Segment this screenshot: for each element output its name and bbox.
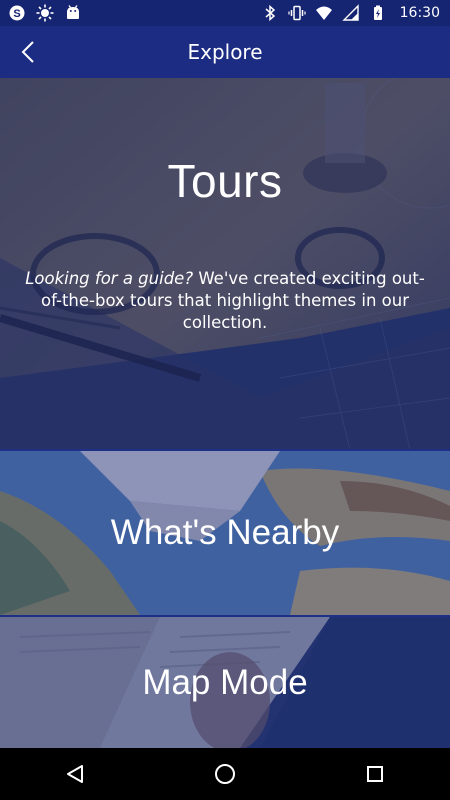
recents-square-icon [367, 766, 383, 782]
nearby-content: What's Nearby [111, 513, 339, 553]
tours-description: Looking for a guide? We've created excit… [20, 268, 430, 334]
skype-icon: S [8, 4, 26, 22]
nav-back-button[interactable] [45, 754, 105, 794]
svg-text:S: S [13, 8, 20, 20]
whats-nearby-panel[interactable]: What's Nearby [0, 451, 450, 615]
status-right: 16:30 [261, 4, 450, 22]
system-nav-bar [0, 748, 450, 800]
page-title: Explore [187, 40, 263, 64]
settings-sun-icon [36, 4, 54, 22]
map-mode-content: Map Mode [142, 663, 307, 703]
whats-nearby-title: What's Nearby [110, 513, 340, 552]
tours-panel[interactable]: Tours Looking for a guide? We've created… [0, 78, 450, 450]
screen: S 16:30 Explore Tours Looking for a guid… [0, 0, 450, 800]
chevron-left-icon [21, 41, 34, 63]
cell-signal-icon [341, 4, 360, 22]
bluetooth-icon [261, 4, 279, 22]
map-mode-title: Map Mode [142, 662, 308, 702]
nav-home-button[interactable] [195, 754, 255, 794]
status-left: S [0, 4, 82, 22]
vibrate-icon [288, 4, 306, 22]
map-mode-panel[interactable]: Map Mode [0, 617, 450, 748]
wifi-icon [315, 4, 333, 22]
tours-description-italic: Looking for a guide? [25, 269, 194, 288]
status-bar: S 16:30 [0, 0, 450, 26]
android-icon [64, 4, 82, 22]
home-circle-icon [215, 764, 235, 784]
battery-icon [369, 4, 387, 22]
back-triangle-icon [67, 765, 83, 783]
nav-recents-button[interactable] [345, 754, 405, 794]
app-bar: Explore [0, 26, 450, 78]
back-button[interactable] [12, 36, 44, 68]
status-clock: 16:30 [399, 5, 440, 21]
tours-content: Tours Looking for a guide? We've created… [20, 155, 430, 334]
tours-title: Tours [167, 155, 283, 207]
